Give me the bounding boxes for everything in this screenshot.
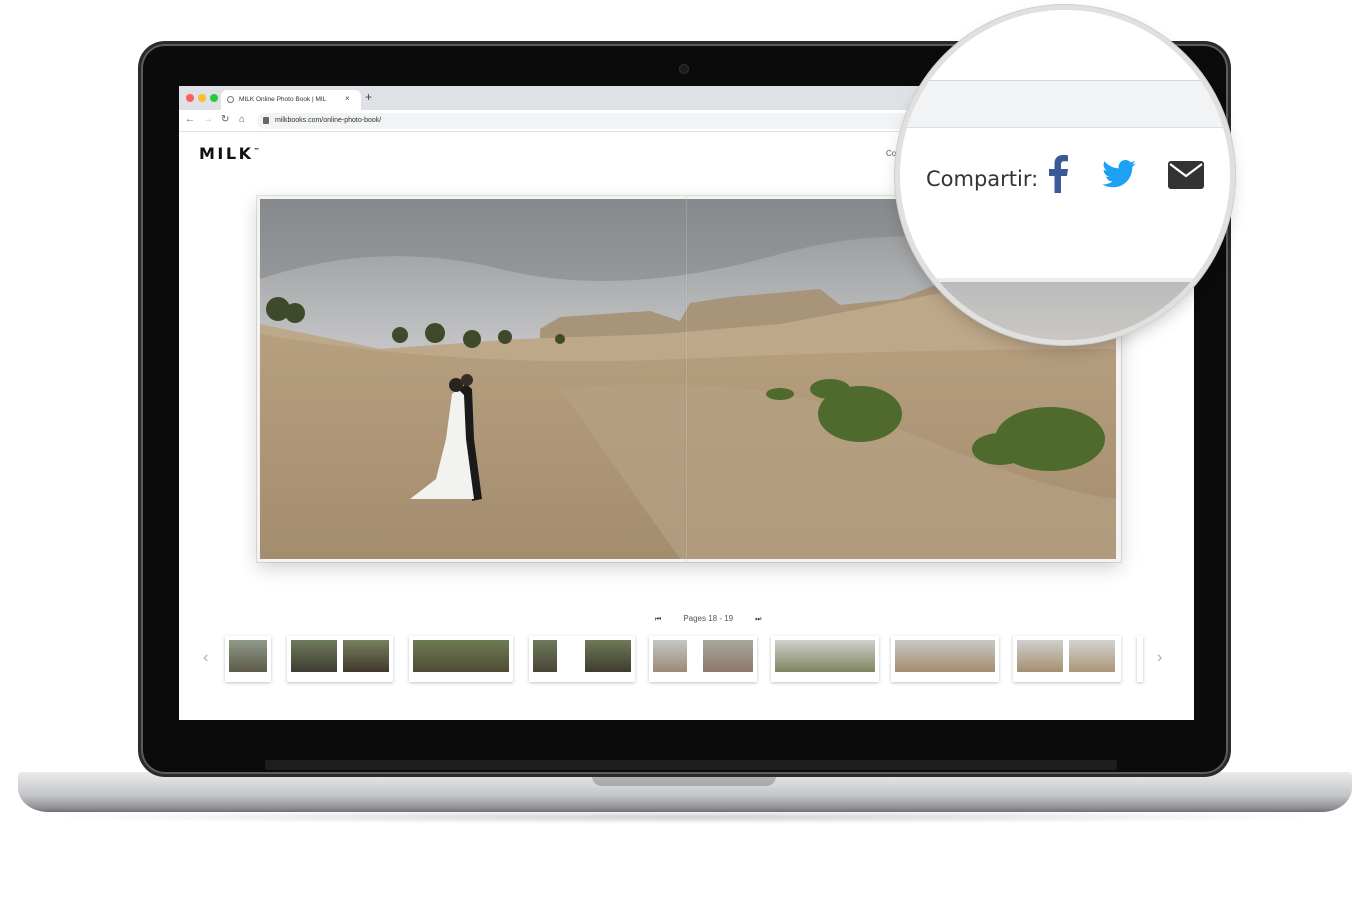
facebook-icon[interactable] xyxy=(1046,155,1070,193)
page-thumbnail[interactable] xyxy=(891,636,999,682)
page-thumbnail[interactable] xyxy=(1013,636,1121,682)
tab-title: MILK Online Photo Book | MIL xyxy=(239,96,327,103)
logo-tm: ™ xyxy=(253,147,260,155)
chevron-left-icon[interactable]: ‹ xyxy=(203,649,208,667)
lock-icon xyxy=(263,117,269,124)
forward-button[interactable]: → xyxy=(203,114,213,125)
laptop-notch xyxy=(592,772,776,786)
home-button[interactable]: ⌂ xyxy=(239,114,245,125)
book-gutter xyxy=(685,196,688,562)
chevron-right-icon[interactable]: › xyxy=(1157,649,1162,667)
milk-logo[interactable]: MILK™ xyxy=(199,144,259,163)
page-thumbnail[interactable] xyxy=(529,636,635,682)
page-thumbnail[interactable] xyxy=(1137,636,1143,682)
mail-icon[interactable] xyxy=(1168,161,1204,189)
back-button[interactable]: ← xyxy=(185,114,195,125)
last-page-button[interactable]: ⏭ xyxy=(755,616,761,624)
twitter-icon[interactable] xyxy=(1102,160,1136,188)
page-thumbnail[interactable] xyxy=(409,636,513,682)
window-close-button[interactable] xyxy=(186,94,194,102)
tab-close-icon[interactable]: × xyxy=(345,94,350,103)
new-tab-button[interactable]: + xyxy=(365,90,372,104)
magnifier-callout: Compartir: xyxy=(900,10,1230,340)
page-thumbnail[interactable] xyxy=(649,636,757,682)
magnifier-top xyxy=(900,10,1230,80)
laptop-hinge xyxy=(265,760,1117,770)
pages-label: Pages 18 - 19 xyxy=(683,614,734,623)
laptop-shadow xyxy=(40,810,1330,824)
favicon-icon xyxy=(227,96,234,103)
page-thumbnail[interactable] xyxy=(225,636,271,682)
window-maximize-button[interactable] xyxy=(210,94,218,102)
page-thumbnail[interactable] xyxy=(287,636,393,682)
page-thumbnail[interactable] xyxy=(771,636,879,682)
page-navigator: ⏮ Pages 18 - 19 ⏭ xyxy=(633,614,783,624)
browser-tab[interactable]: MILK Online Photo Book | MIL × xyxy=(221,90,361,110)
compartir-label: Compartir: xyxy=(926,167,1039,191)
url-text: milkbooks.com/online-photo-book/ xyxy=(275,117,382,124)
logo-text: MILK xyxy=(199,144,254,163)
camera-icon xyxy=(680,65,688,73)
first-page-button[interactable]: ⏮ xyxy=(655,616,661,624)
reload-button[interactable]: ↻ xyxy=(221,114,229,125)
magnifier-photo-edge xyxy=(900,278,1230,340)
window-minimize-button[interactable] xyxy=(198,94,206,102)
magnifier-browser-bar xyxy=(900,80,1230,128)
